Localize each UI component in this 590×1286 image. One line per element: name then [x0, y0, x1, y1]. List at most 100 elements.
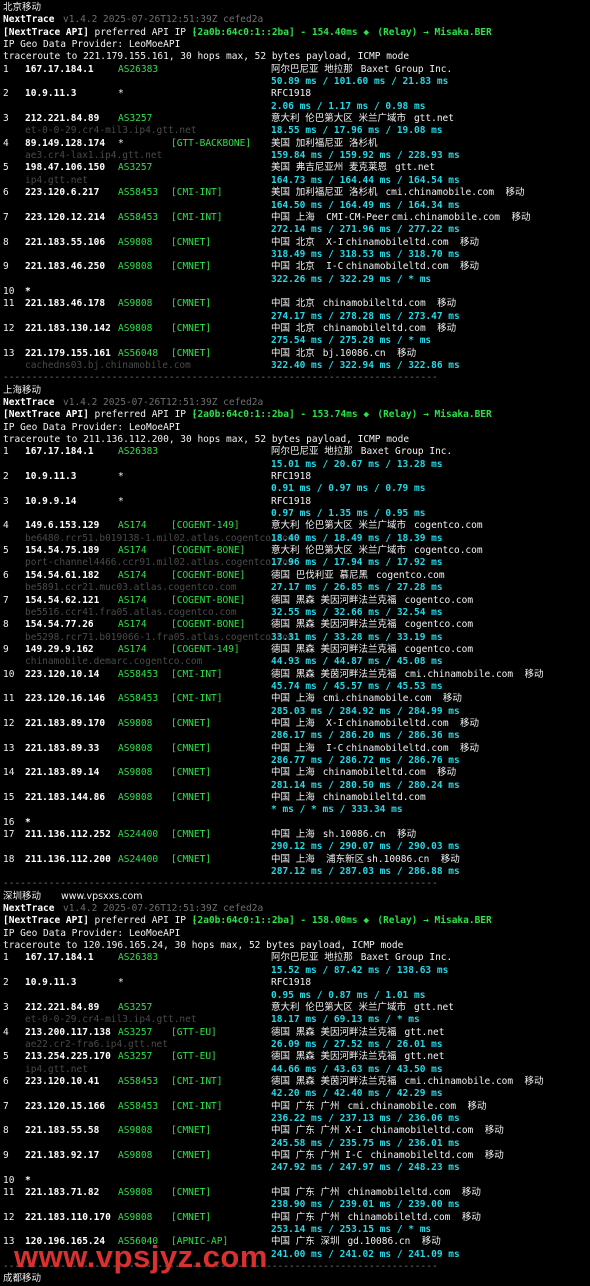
- hop-geo: RFC1918: [271, 495, 312, 507]
- hop-ip: 154.54.61.182: [25, 569, 100, 581]
- hop-tag: [CMI-INT]: [171, 187, 223, 199]
- hop-number: 8: [3, 619, 9, 631]
- hop-number: 7: [3, 211, 9, 223]
- separator: ----------------------------------------…: [3, 372, 590, 384]
- hop-hostname: be5516.ccr41.fra05.atlas.cogentco.com: [25, 606, 237, 618]
- api-api-ip: [2a0b:64c0:1::2ba]: [191, 915, 295, 927]
- hop-hostname: be5891.ccr21.muc03.atlas.cogentco.com: [25, 582, 237, 594]
- hop-asn: AS9808: [118, 1149, 153, 1161]
- hop-rtt-row: chinamobile.demarc.cogentco.com 44.93 ms …: [3, 656, 590, 668]
- hop-number: 6: [3, 1075, 9, 1087]
- relay-icon: ◆: [363, 915, 370, 927]
- hop-rtt-row: ip4.gtt.net 44.66 ms / 43.63 ms / 43.50 m…: [3, 1064, 590, 1076]
- hop-row: 1 167.17.184.1 AS26383 阿尔巴尼亚 地拉那 Baxet Group…: [3, 64, 590, 76]
- hop-ip: 154.54.77.26: [25, 619, 94, 631]
- hop-number: 17: [3, 829, 15, 841]
- hop-geo: RFC1918: [271, 977, 312, 989]
- section-separator: ----------------------------------------…: [3, 878, 438, 890]
- hop-ip: 198.47.106.150: [25, 162, 106, 174]
- hop-rtt-row: 275.54 ms / 275.28 ms / * ms: [3, 335, 590, 347]
- hop-geo: 中国 上海: [271, 792, 315, 803]
- hop-asn: AS58453: [118, 693, 159, 705]
- hop-org: cmi.chinamobile.com 移动: [385, 187, 525, 199]
- hop-rtt-row: 0.91 ms / 0.97 ms / 0.79 ms: [3, 483, 590, 495]
- hop-asn: AS9808: [118, 322, 153, 334]
- hop-tag: [CMNET]: [171, 1187, 212, 1198]
- hop-org: cmi.chinamobile.com 移动: [347, 1100, 487, 1112]
- hop-hostname: ip4.gtt.net: [25, 174, 88, 186]
- hop-hostname: ae3.cr4-lax1.ip4.gtt.net: [25, 150, 163, 162]
- hop-ip: 167.17.184.1: [25, 63, 94, 75]
- hop-geo: RFC1918: [271, 88, 312, 100]
- hop-ip: 223.120.16.146: [25, 693, 106, 705]
- hop-geo: 中国 广东 广州 I-C: [271, 1149, 363, 1161]
- hop-asn: AS58453: [118, 1100, 159, 1112]
- hop-org: chinamobileltd.com 移动: [347, 1211, 481, 1223]
- hop-rtt-row: 286.77 ms / 286.72 ms / 286.76 ms: [3, 755, 590, 767]
- hop-hostname: be5298.rcr71.b019066-1.fra05.atlas.cogen…: [25, 631, 294, 643]
- hop-geo: 美国 加利福尼亚 洛杉机: [271, 187, 378, 199]
- section-title-extra: www.vpsxxs.com: [61, 890, 143, 902]
- hop-rtt-row: ip4.gtt.net 164.73 ms / 164.44 ms / 164.5…: [3, 175, 590, 187]
- api-line: [NextTrace API] preferred API IP - [2a0b…: [3, 409, 590, 421]
- hop-geo: 中国 广东 广州: [271, 1187, 340, 1198]
- hop-geo: 意大利 伦巴第大区 米兰广域市: [271, 1001, 406, 1013]
- hop-number: 3: [3, 495, 9, 507]
- hop-geo: 阿尔巴尼亚 地拉那: [271, 63, 353, 75]
- hop-hostname: cachedns03.bj.chinamobile.com: [25, 359, 191, 371]
- hop-ip: 212.221.84.89: [25, 1001, 100, 1013]
- section-title: 上海移动: [3, 385, 590, 397]
- hop-asn: AS174: [118, 619, 147, 631]
- hop-number: 3: [3, 113, 9, 125]
- hop-row: 5 198.47.106.150 AS3257 美国 弗吉尼亚州 麦克莱恩 gtt.ne…: [3, 162, 590, 174]
- app-header: NextTrace v1.4.2 2025-07-26T12:51:39Z cef…: [3, 14, 590, 26]
- hop-row: 18 211.136.112.200 AS24400 [CMNET] 中国 上海 浦东新…: [3, 854, 590, 866]
- hop-org: gtt.net: [413, 113, 454, 125]
- api-api-prefix: [NextTrace API]: [3, 915, 89, 927]
- traceroute-command: traceroute to 211.136.112.200, 30 hops m…: [3, 434, 410, 446]
- hop-number: 9: [3, 1149, 9, 1161]
- hop-org: Baxet Group Inc.: [360, 952, 453, 964]
- hop-ip: 221.179.155.161: [25, 347, 111, 359]
- hop-rtt-row: 50.89 ms / 101.60 ms / 21.83 ms: [3, 76, 590, 88]
- hop-asn: AS9808: [118, 742, 153, 754]
- hop-row: 12 221.183.130.142 AS9808 [CMNET] 中国 北京 china…: [3, 323, 590, 335]
- hop-ip: 10.9.9.14: [25, 495, 77, 507]
- hop-number: 13: [3, 1236, 15, 1248]
- hop-asn: AS174: [118, 545, 147, 557]
- hop-asn: *: [118, 88, 124, 100]
- hop-asn: *: [118, 137, 124, 149]
- hop-ip: *: [25, 285, 31, 297]
- hop-row: 7 223.120.15.166 AS58453 [CMI-INT] 中国 广东 广州 c…: [3, 1101, 590, 1113]
- hop-geo: 德国 黑森 美因河畔法兰克福: [271, 594, 397, 606]
- app-version: v1.4.2 2025-07-26T12:51:39Z cefed2a: [63, 397, 264, 408]
- hop-tag: [CMNET]: [171, 742, 212, 754]
- hop-number: 3: [3, 1001, 9, 1013]
- hop-row: 7 223.120.12.214 AS58453 [CMI-INT] 中国 上海 CMI…: [3, 212, 590, 224]
- hop-rtt-row: be5516.ccr41.fra05.atlas.cogentco.com 32.…: [3, 607, 590, 619]
- hop-org: chinamobileltd.com 移动: [322, 767, 457, 779]
- hop-rtt: 290.12 ms / 290.07 ms / 290.03 ms: [271, 841, 460, 853]
- hop-org: chinamobileltd.com 移动: [345, 717, 479, 729]
- hop-asn: AS26383: [118, 952, 159, 964]
- hop-geo: 德国 巴伐利亚 慕尼黑: [271, 569, 368, 581]
- app-name: NextTrace: [3, 14, 55, 26]
- hop-asn: AS174: [118, 569, 147, 581]
- hop-ip: 221.183.46.178: [25, 298, 106, 310]
- hop-row: 11 223.120.16.146 AS58453 [CMI-INT] 中国 上海 cmi…: [3, 693, 590, 705]
- section-title-text: 上海移动: [3, 384, 42, 396]
- hop-rtt-row: 0.95 ms / 0.87 ms / 1.01 ms: [3, 990, 590, 1002]
- hop-geo: 德国 黑森 美因河畔法兰克福: [271, 1051, 397, 1063]
- hop-number: 11: [3, 298, 15, 310]
- hop-ip: 223.120.12.214: [25, 211, 106, 223]
- hop-geo: 阿尔巴尼亚 地拉那: [271, 952, 353, 964]
- hop-number: 1: [3, 446, 9, 458]
- hop-number: 13: [3, 347, 15, 359]
- hop-tag: [CMNET]: [171, 1125, 212, 1137]
- hop-asn: AS9808: [118, 767, 153, 779]
- hop-rtt-row: * ms / * ms / 333.34 ms: [3, 804, 590, 816]
- hop-tag: [COGENT-BONE]: [171, 594, 246, 606]
- hop-row: 8 154.54.77.26 AS174 [COGENT-BONE] 德国 黑森 美因河…: [3, 619, 590, 631]
- hop-rtt: 45.74 ms / 45.57 ms / 45.53 ms: [271, 680, 443, 692]
- hop-rtt-row: 45.74 ms / 45.57 ms / 45.53 ms: [3, 681, 590, 693]
